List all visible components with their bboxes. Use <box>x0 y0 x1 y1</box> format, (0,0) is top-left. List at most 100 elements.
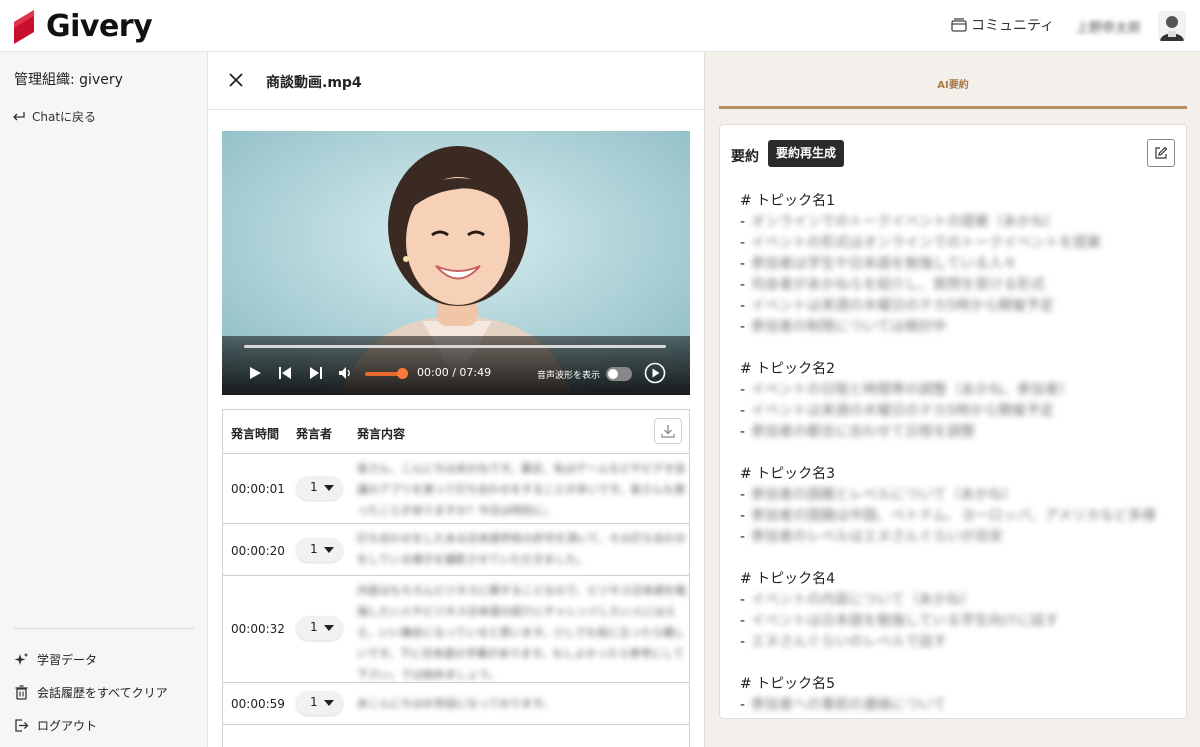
bullet-text: イベントは来週の木曜日のテカ5時から開催予定 <box>751 403 1054 419</box>
topic-heading: # トピック名2 <box>740 361 836 377</box>
community-icon <box>951 18 967 32</box>
download-button[interactable] <box>654 418 682 444</box>
tab-underline <box>719 106 1187 109</box>
topic-bullet: - 参加者の都合に合わせて日程を調整 <box>740 422 1073 443</box>
row-text: 皆さん、こんにちはあかねです。最近、私はゲームなどやビデオ会議のアプリを使って打… <box>357 462 686 517</box>
bullet-text: 参加者は学生や日本語を勉強している人々 <box>751 256 1017 272</box>
speaker-select[interactable]: 1 <box>296 476 343 500</box>
file-title: 商談動画.mp4 <box>266 75 362 91</box>
bullet-text: オンラインでのトークイベントの提案（あかね） <box>751 214 1059 230</box>
edit-button[interactable] <box>1147 139 1175 167</box>
bullet-text: イベントの形式はオンラインでのトークイベントを提案 <box>751 235 1101 251</box>
volume-knob[interactable] <box>397 368 408 379</box>
topic-block: # トピック名2 - イベントの日程と時間帯の調整（あかね、参加者） - イベントは… <box>740 359 1073 443</box>
table-row: 00:00:20 1 打ち合わせをしたある日本語学校の許可を頂いて、その打ち合わ… <box>223 524 689 576</box>
community-link[interactable]: コミュニティ <box>951 15 1054 35</box>
skip-back-icon[interactable] <box>278 366 292 380</box>
topic-bullet: - 参加者のレベルはエヌさんぐらいが目安 <box>740 527 1156 548</box>
logo-text: Givery <box>46 8 153 44</box>
tab-label: AI要約 <box>937 80 969 91</box>
user-avatar-icon <box>1160 16 1184 41</box>
row-time: 00:00:59 <box>231 697 285 711</box>
row-text: 内容はもちろんビジネスに関することなので、ビジネス日本語を勉強したい人やビジネス… <box>357 584 687 681</box>
bullet-text: エヌさんぐらいのレベルで話す <box>751 634 947 650</box>
sidebar-divider <box>14 628 194 629</box>
table-row: 00:00:59 1 あこんにちはお世話になっております。 <box>223 683 689 725</box>
skip-forward-icon[interactable] <box>309 366 323 380</box>
topic-bullet: - 参加者の制限については検討中 <box>740 317 1101 338</box>
speaker-select[interactable]: 1 <box>296 691 343 715</box>
sidebar-item-clear-history[interactable]: 会話履歴をすべてクリア <box>14 684 168 701</box>
bullet-text: 司会者があかねらを紹介し、質問を受ける形式 <box>751 277 1045 293</box>
topic-heading: # トピック名3 <box>740 466 836 482</box>
volume-icon[interactable] <box>338 366 352 380</box>
video-pane-header: 商談動画.mp4 <box>208 52 704 110</box>
topic-bullet: - 参加者への事前の連絡について <box>740 695 947 716</box>
trash-icon <box>15 685 28 700</box>
speaker-value: 1 <box>310 480 318 494</box>
chevron-down-icon <box>324 700 334 706</box>
bullet-text: イベントの日程と時間帯の調整（あかね、参加者） <box>751 382 1073 398</box>
topic-block: # トピック名1 - オンラインでのトークイベントの提案（あかね） - イベントの形… <box>740 191 1101 338</box>
time-display: 00:00 / 07:49 <box>417 366 492 379</box>
header-speaker: 発言者 <box>296 427 333 441</box>
play-icon[interactable] <box>248 366 262 380</box>
topic-bullet: - オンラインでのトークイベントの提案（あかね） <box>740 212 1101 233</box>
chevron-down-icon <box>324 625 334 631</box>
logout-icon <box>15 719 29 732</box>
sidebar-item-learning-data[interactable]: 学習データ <box>14 651 97 668</box>
row-text: あこんにちはお世話になっております。 <box>357 697 554 710</box>
close-icon[interactable] <box>228 72 244 88</box>
waveform-toggle[interactable] <box>606 367 632 381</box>
bullet-text: 参加者への事前の連絡について <box>751 697 947 713</box>
bullet-text: 参加者の国籍は中国、ベトナム、ヨーロッパ、アメリカなど多様 <box>751 508 1156 524</box>
sidebar-item-label: 学習データ <box>37 653 98 667</box>
waveform-label: 音声波形を表示 <box>537 371 601 381</box>
sidebar-item-logout[interactable]: ログアウト <box>14 717 97 734</box>
speaker-value: 1 <box>310 695 318 709</box>
table-row: 00:00:01 1 皆さん、こんにちはあかねです。最近、私はゲームなどやビデオ… <box>223 454 689 524</box>
speaker-select[interactable]: 1 <box>296 616 343 640</box>
topic-bullet: - イベントの形式はオンラインでのトークイベントを提案 <box>740 233 1101 254</box>
user-name[interactable]: 上野恭太郎 <box>1076 17 1141 36</box>
summary-pane: AI要約 要約 要約再生成 # トピック名1 - オンラインでのトークイベントの提… <box>704 52 1200 747</box>
download-icon <box>661 425 675 438</box>
summary-title: 要約 <box>731 149 759 165</box>
header-content: 発言内容 <box>357 427 406 441</box>
avatar[interactable] <box>1158 11 1186 41</box>
topic-bullet: - 参加者は学生や日本語を勉強している人々 <box>740 254 1101 275</box>
bullet-text: 参加者の国籍とレベルについて（あかね） <box>751 487 1017 503</box>
back-label: Chatに戻る <box>32 110 97 124</box>
sidebar-item-label: ログアウト <box>37 719 98 733</box>
topic-bullet: - 司会者があかねらを紹介し、質問を受ける形式 <box>740 275 1101 296</box>
logo[interactable]: Givery <box>12 8 153 44</box>
topic-bullet: - 参加者の国籍は中国、ベトナム、ヨーロッパ、アメリカなど多様 <box>740 506 1156 527</box>
top-bar: Givery コミュニティ 上野恭太郎 <box>0 0 1200 52</box>
bullet-text: 参加者の都合に合わせて日程を調整 <box>751 424 975 440</box>
topic-bullet: - イベントは日本語を勉強している学生向けに話す <box>740 611 1059 632</box>
topic-bullet: - イベントは来週の木曜日のテカ5時から開催予定 <box>740 296 1101 317</box>
row-time: 00:00:32 <box>231 622 285 636</box>
community-label: コミュニティ <box>971 18 1055 34</box>
chevron-down-icon <box>324 485 334 491</box>
autoplay-icon[interactable] <box>644 362 666 384</box>
bullet-text: イベントは日本語を勉強している学生向けに話す <box>751 613 1059 629</box>
video-pane: 商談動画.mp4 00:00 / 07:49 音声波形を表示 発言時間 発言者 … <box>208 52 704 747</box>
bullet-text: イベントは来週の木曜日のテカ5時から開催予定 <box>751 298 1054 314</box>
tab-ai-summary[interactable]: AI要約 <box>719 52 1187 110</box>
speaker-value: 1 <box>310 620 318 634</box>
seek-bar[interactable] <box>244 345 666 348</box>
regenerate-summary-button[interactable]: 要約再生成 <box>768 140 845 167</box>
return-arrow-icon <box>13 111 25 120</box>
transcript-table: 発言時間 発言者 発言内容 00:00:01 1 皆さん、こんにちはあかねです。… <box>222 409 690 747</box>
org-label: 管理組織: givery <box>14 72 123 88</box>
back-to-chat-link[interactable]: Chatに戻る <box>12 108 96 125</box>
row-text: 打ち合わせをしたある日本語学校の許可を頂いて、その打ち合わせをしている様子を撮影… <box>357 532 687 566</box>
chevron-down-icon <box>324 547 334 553</box>
speaker-value: 1 <box>310 542 318 556</box>
speaker-select[interactable]: 1 <box>296 538 343 562</box>
row-time: 00:00:01 <box>231 482 285 496</box>
edit-icon <box>1155 146 1168 159</box>
video-player[interactable]: 00:00 / 07:49 音声波形を表示 <box>222 131 690 395</box>
sparkle-icon <box>14 652 29 665</box>
